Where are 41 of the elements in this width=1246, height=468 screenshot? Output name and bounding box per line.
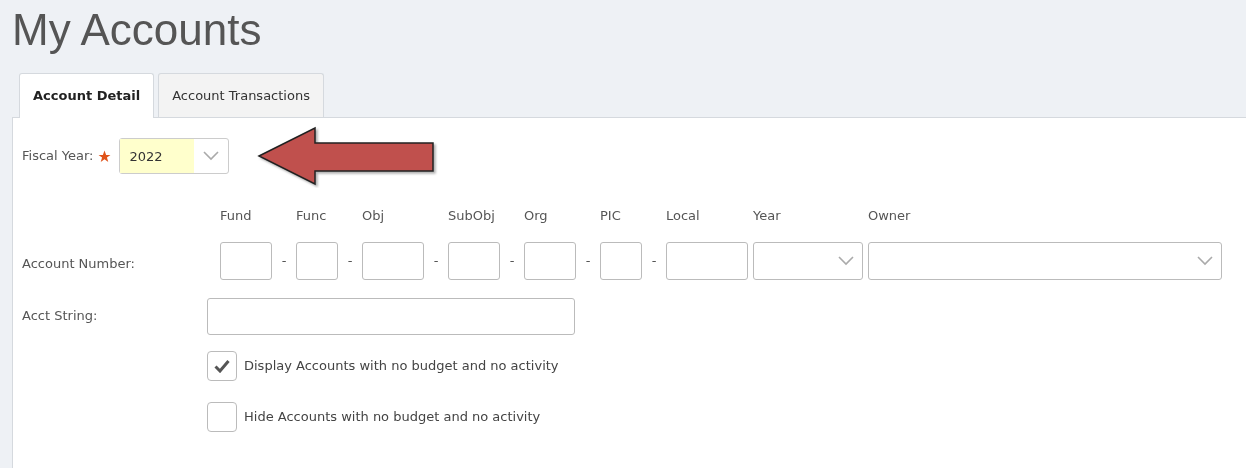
separator: - (650, 251, 658, 270)
field-label: Func (296, 206, 327, 225)
field-label: Account Number: (22, 254, 136, 273)
input-field[interactable] (220, 241, 272, 280)
input-field[interactable] (448, 241, 500, 280)
separator: - (508, 251, 516, 270)
separator: - (280, 251, 288, 270)
fiscal-year-select[interactable]: 2022 (119, 137, 230, 174)
field-label: Fiscal Year: (22, 146, 94, 165)
acct-string-field[interactable] (207, 297, 575, 335)
chevron-down-icon (203, 150, 220, 161)
field-label: Obj (362, 206, 385, 225)
checkbox-label: Display Accounts with no budget and no activity (244, 356, 559, 375)
field-label: Org (524, 206, 548, 225)
field-label: Owner (868, 206, 911, 225)
field-label: Local (666, 206, 700, 225)
input-field[interactable] (600, 241, 642, 280)
checkbox-label: Hide Accounts with no budget and no activity (244, 407, 541, 426)
separator: - (432, 251, 440, 270)
input-field[interactable] (362, 241, 424, 280)
field-label: Year (753, 206, 781, 225)
field-label: Acct String: (22, 307, 99, 326)
field-label: SubObj (448, 206, 495, 225)
checkbox[interactable] (207, 350, 237, 381)
checkmark-icon (214, 358, 230, 373)
tab[interactable]: Account Transactions (158, 73, 324, 118)
input-field[interactable] (524, 241, 576, 280)
fiscal-year-value: 2022 (120, 138, 195, 173)
select-field[interactable] (868, 241, 1222, 280)
separator: - (584, 251, 592, 270)
chevron-down-icon (838, 255, 854, 266)
chevron-down-icon (1197, 255, 1213, 266)
field-label: PIC (600, 206, 621, 225)
page-title: My Accounts (11, 4, 263, 56)
field-label: Fund (220, 206, 252, 225)
select-field[interactable] (753, 241, 863, 280)
input-field[interactable] (666, 241, 748, 280)
checkbox[interactable] (207, 401, 237, 432)
tab[interactable]: Account Detail (19, 73, 155, 118)
input-field[interactable] (296, 241, 338, 280)
separator: - (346, 251, 354, 270)
